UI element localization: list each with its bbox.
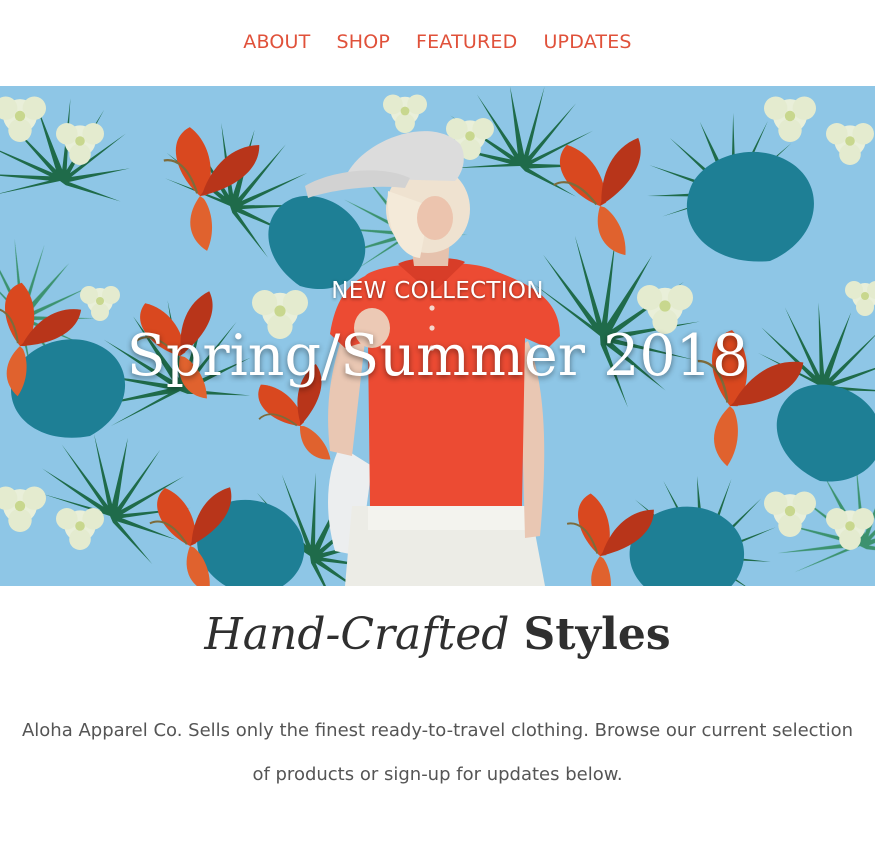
hero-eyebrow: NEW COLLECTION: [331, 278, 544, 304]
nav-updates-link[interactable]: UPDATES: [543, 32, 631, 52]
hero-banner: NEW COLLECTION Spring/Summer 2018: [0, 86, 875, 586]
section-headline: Hand-Crafted Styles: [0, 613, 875, 657]
nav-about-link[interactable]: ABOUT: [243, 32, 310, 52]
intro-line-1: Aloha Apparel Co. Sells only the finest …: [21, 720, 854, 741]
headline-italic: Hand-Crafted: [204, 609, 510, 660]
nav-shop-link[interactable]: SHOP: [336, 32, 390, 52]
intro-paragraph: Aloha Apparel Co. Sells only the finest …: [8, 709, 868, 797]
headline-bold: Styles: [523, 609, 671, 660]
intro-line-2: of products or sign-up for updates below…: [252, 764, 623, 785]
main-nav: ABOUT SHOP FEATURED UPDATES: [0, 0, 875, 86]
nav-featured-link[interactable]: FEATURED: [416, 32, 517, 52]
hero-title: Spring/Summer 2018: [126, 323, 749, 389]
